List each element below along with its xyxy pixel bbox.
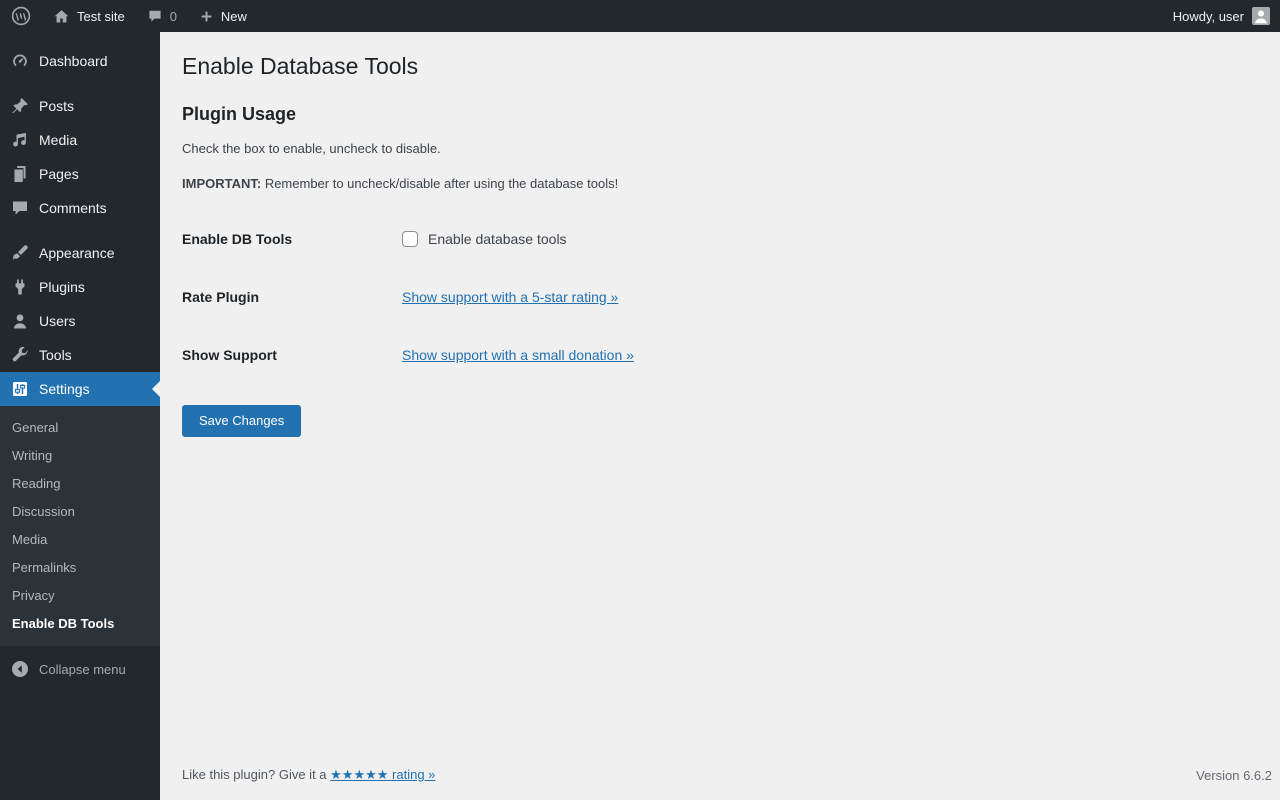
save-changes-button[interactable]: Save Changes: [182, 404, 302, 438]
comment-bubble-icon: [147, 8, 163, 24]
avatar: [1252, 7, 1270, 25]
form-row-show-support: Show Support Show support with a small d…: [182, 326, 1260, 384]
submenu-label: Reading: [12, 475, 61, 491]
dashboard-icon: [10, 51, 30, 71]
donation-link[interactable]: Show support with a small donation »: [402, 347, 634, 363]
sidebar-item-users[interactable]: Users: [0, 304, 160, 338]
footer-like-text: Like this plugin? Give it a: [182, 767, 331, 782]
admin-bar-left: Test site 0 New: [0, 0, 258, 32]
rate-plugin-link[interactable]: Show support with a 5-star rating »: [402, 289, 618, 305]
footer-rating-link[interactable]: ★★★★★ rating »: [330, 767, 435, 782]
submenu-label: Discussion: [12, 503, 75, 519]
menu-separator: [0, 225, 160, 236]
submenu-label: Enable DB Tools: [12, 615, 115, 631]
form-row-rate-plugin: Rate Plugin Show support with a 5-star r…: [182, 268, 1260, 326]
sidebar-item-posts[interactable]: Posts: [0, 89, 160, 123]
submenu-item-privacy[interactable]: Privacy: [0, 581, 160, 609]
row-label: Enable DB Tools: [182, 230, 293, 247]
pushpin-icon: [10, 96, 30, 116]
submenu-label: Media: [12, 531, 48, 547]
collapse-menu-button[interactable]: Collapse menu: [0, 652, 160, 686]
pages-icon: [10, 164, 30, 184]
collapse-menu-label: Collapse menu: [39, 661, 126, 677]
sidebar-item-label: Plugins: [39, 279, 85, 295]
sidebar-item-appearance[interactable]: Appearance: [0, 236, 160, 270]
submenu-label: Permalinks: [12, 559, 77, 575]
submenu-item-reading[interactable]: Reading: [0, 469, 160, 497]
collapse-arrow-icon: [10, 659, 30, 679]
footer-left: Like this plugin? Give it a ★★★★★ rating…: [182, 767, 435, 783]
submenu-item-discussion[interactable]: Discussion: [0, 497, 160, 525]
plus-icon: [199, 9, 214, 24]
row-value: Show support with a 5-star rating »: [402, 289, 618, 305]
sidebar-item-label: Posts: [39, 98, 75, 114]
menu-separator: [0, 78, 160, 89]
important-body: Remember to uncheck/disable after using …: [261, 175, 619, 191]
submenu-item-writing[interactable]: Writing: [0, 441, 160, 469]
sidebar-item-label: Appearance: [39, 245, 115, 261]
admin-menu: Dashboard Posts Media Pages Comments App…: [0, 32, 160, 686]
submenu-item-general[interactable]: General: [0, 413, 160, 441]
sidebar-item-label: Tools: [39, 347, 72, 363]
row-label: Rate Plugin: [182, 288, 260, 305]
submenu-label: Privacy: [12, 587, 55, 603]
main-content: Enable Database Tools Plugin Usage Check…: [160, 32, 1280, 800]
sidebar-item-comments[interactable]: Comments: [0, 191, 160, 225]
form-row-enable-db-tools: Enable DB Tools Enable database tools: [182, 210, 1260, 268]
new-label: New: [220, 8, 247, 24]
sidebar-item-dashboard[interactable]: Dashboard: [0, 44, 160, 78]
sidebar-item-label: Users: [39, 313, 76, 329]
wrench-icon: [10, 345, 30, 365]
submenu-label: General: [12, 419, 59, 435]
sidebar: Dashboard Posts Media Pages Comments App…: [0, 32, 160, 800]
comment-count: 0: [169, 8, 177, 24]
checkbox-label[interactable]: Enable database tools: [428, 231, 567, 247]
plug-icon: [10, 277, 30, 297]
submit-row: Save Changes: [182, 404, 1260, 438]
submenu-label: Writing: [12, 447, 53, 463]
row-value: Enable database tools: [402, 230, 567, 247]
settings-sliders-icon: [10, 379, 30, 399]
admin-bar-comments[interactable]: 0: [136, 0, 188, 32]
sidebar-item-label: Comments: [39, 200, 107, 216]
submenu-item-permalinks[interactable]: Permalinks: [0, 553, 160, 581]
sidebar-item-label: Settings: [39, 381, 90, 397]
sidebar-item-label: Pages: [39, 166, 79, 182]
enable-db-tools-checkbox[interactable]: [402, 230, 418, 247]
wordpress-logo-menu[interactable]: [0, 0, 42, 32]
section-title: Plugin Usage: [182, 103, 297, 124]
row-value: Show support with a small donation »: [402, 347, 634, 363]
submenu-item-media[interactable]: Media: [0, 525, 160, 553]
admin-bar-account[interactable]: Howdy, user: [1163, 0, 1280, 32]
settings-form: Enable DB Tools Enable database tools Ra…: [182, 210, 1260, 384]
sidebar-item-settings[interactable]: Settings: [0, 372, 160, 406]
media-icon: [10, 130, 30, 150]
comments-icon: [10, 198, 30, 218]
row-label: Show Support: [182, 346, 277, 363]
sidebar-item-pages[interactable]: Pages: [0, 157, 160, 191]
sidebar-item-label: Dashboard: [39, 53, 108, 69]
site-name-label: Test site: [77, 8, 125, 24]
paintbrush-icon: [10, 243, 30, 263]
admin-bar-new[interactable]: New: [188, 0, 258, 32]
sidebar-item-media[interactable]: Media: [0, 123, 160, 157]
user-icon: [10, 311, 30, 331]
page-title: Enable Database Tools: [182, 53, 419, 79]
footer: Like this plugin? Give it a ★★★★★ rating…: [160, 758, 1280, 800]
sidebar-item-label: Media: [39, 132, 78, 148]
howdy-label: Howdy, user: [1172, 8, 1244, 24]
admin-bar-site-name[interactable]: Test site: [42, 0, 136, 32]
submenu-item-enable-db-tools[interactable]: Enable DB Tools: [0, 609, 160, 637]
important-text: IMPORTANT: Remember to uncheck/disable a…: [182, 174, 1260, 194]
important-label: IMPORTANT:: [182, 175, 262, 191]
sidebar-item-plugins[interactable]: Plugins: [0, 270, 160, 304]
footer-version: Version 6.6.2: [1196, 767, 1272, 783]
settings-submenu: General Writing Reading Discussion Media…: [0, 406, 160, 646]
home-icon: [53, 8, 70, 25]
wordpress-logo-icon: [11, 6, 31, 26]
sidebar-item-tools[interactable]: Tools: [0, 338, 160, 372]
admin-bar: Test site 0 New Howdy, user: [0, 0, 1280, 32]
intro-text: Check the box to enable, uncheck to disa…: [182, 141, 441, 157]
